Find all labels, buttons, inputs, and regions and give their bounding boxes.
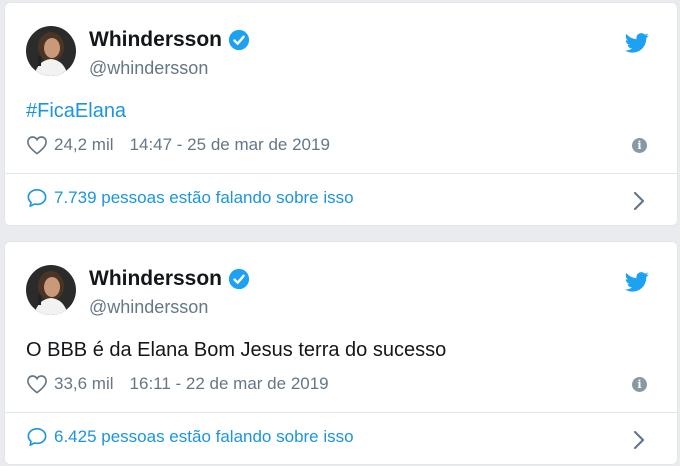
conversation-text[interactable]: 6.425 pessoas estão falando sobre isso [54, 427, 354, 447]
timestamp[interactable]: 14:47 - 25 de mar de 2019 [130, 135, 330, 155]
tweet-hashtag-link[interactable]: #FicaElana [26, 100, 126, 123]
user-handle[interactable]: @whindersson [89, 297, 208, 318]
chevron-right-icon[interactable] [633, 191, 645, 211]
info-icon[interactable]: i [632, 377, 647, 392]
verified-badge-icon [228, 268, 250, 290]
speech-bubble-icon [27, 428, 47, 446]
display-name[interactable]: Whindersson [89, 267, 250, 291]
divider [5, 173, 677, 174]
user-handle[interactable]: @whindersson [89, 58, 208, 79]
like-count[interactable]: 24,2 mil [54, 135, 114, 155]
twitter-bird-icon[interactable] [625, 33, 649, 53]
like-count[interactable]: 33,6 mil [54, 374, 114, 394]
chevron-right-icon[interactable] [633, 430, 645, 450]
divider [5, 412, 677, 413]
verified-badge-icon [228, 29, 250, 51]
speech-bubble-icon [27, 189, 47, 207]
tweet-card[interactable]: Whindersson @whindersson #FicaElana 24,2… [4, 2, 678, 226]
heart-icon[interactable] [26, 374, 48, 394]
conversation-text[interactable]: 7.739 pessoas estão falando sobre isso [54, 188, 354, 208]
timestamp[interactable]: 16:11 - 22 de mar de 2019 [130, 374, 329, 394]
conversation-link[interactable]: 6.425 pessoas estão falando sobre isso [26, 427, 354, 447]
info-icon[interactable]: i [632, 138, 647, 153]
conversation-link[interactable]: 7.739 pessoas estão falando sobre isso [26, 188, 354, 208]
tweet-text: O BBB é da Elana Bom Jesus terra do suce… [26, 339, 447, 361]
display-name[interactable]: Whindersson [89, 28, 250, 52]
display-name-text[interactable]: Whindersson [89, 28, 222, 52]
avatar[interactable] [26, 26, 76, 76]
tweet-card[interactable]: Whindersson @whindersson O BBB é da Elan… [4, 241, 678, 465]
tweet-meta: 24,2 mil 14:47 - 25 de mar de 2019 [26, 135, 330, 155]
avatar[interactable] [26, 265, 76, 315]
twitter-bird-icon[interactable] [625, 272, 649, 292]
heart-icon[interactable] [26, 135, 48, 155]
tweet-meta: 33,6 mil 16:11 - 22 de mar de 2019 [26, 374, 329, 394]
display-name-text[interactable]: Whindersson [89, 267, 222, 291]
